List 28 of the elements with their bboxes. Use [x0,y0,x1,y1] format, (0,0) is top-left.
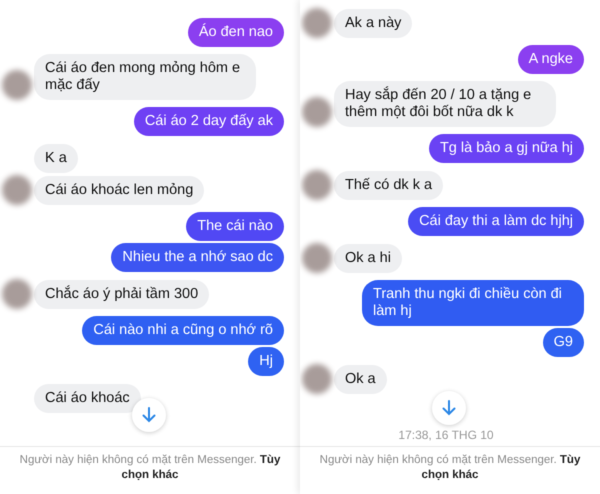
sent-message: Tg là bảo a gj nữa hj [428,134,584,163]
notice-text: Người này hiện không có mặt trên Messenger. Tùy chọn khác [318,453,582,483]
received-message: Cái áo đen mong mỏng hôm e mặc đấy [34,54,256,100]
sent-message: Áo đen nao [188,18,284,47]
scroll-down-button[interactable] [432,391,466,425]
received-message: Ok a hi [334,244,402,273]
sent-message: The cái nào [186,212,284,241]
received-message: Ak a này [334,9,412,38]
sent-message: Cái nào nhi a cũng o nhớ rõ [82,316,284,345]
down-arrow-icon [142,407,156,423]
received-message: Chắc áo ý phải tầm 300 [34,280,210,309]
timestamp: 17:38, 16 THG 10 [398,428,494,442]
sent-message: Cái áo 2 day đấy ak [134,107,284,136]
sent-message: G9 [542,328,584,357]
sent-message: Tranh thu ngki đi chiều còn đi làm hj [362,280,584,326]
received-message: Cái áo khoác [34,384,141,413]
received-message: Thế có dk k a [334,171,444,200]
received-message: K a [34,144,78,173]
received-message: Cái áo khoác len mỏng [34,176,204,205]
notice-text: Người này hiện không có mặt trên Messenger. Tùy chọn khác [18,453,282,483]
received-message: Hay sắp đến 20 / 10 a tặng e thêm một đôi bốt nữa dk k [334,81,556,127]
sent-message: Hj [248,347,284,376]
sent-message: Cái đay thi a làm dc hjhj [408,207,584,236]
received-message: Ok a [334,365,387,394]
sent-message: A ngke [518,45,584,74]
scroll-down-button[interactable] [132,398,166,432]
sent-message: Nhieu the a nhớ sao dc [111,243,284,272]
down-arrow-icon [442,400,456,416]
